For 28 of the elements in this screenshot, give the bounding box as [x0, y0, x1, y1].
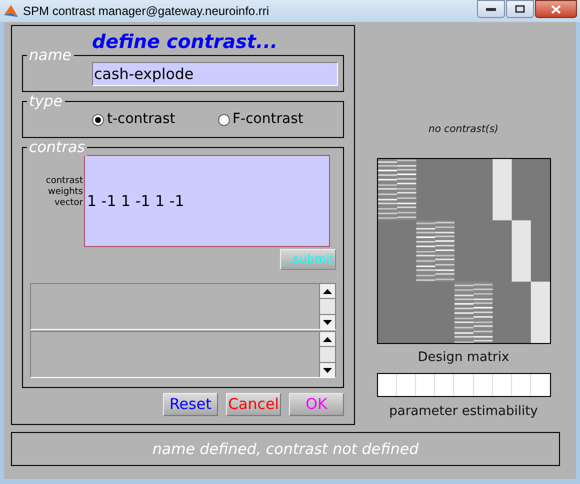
down-arrow-icon[interactable] [323, 368, 332, 372]
panel-heading: define contrast... [92, 30, 279, 55]
status-message: name defined, contrast not defined [152, 438, 419, 460]
window-title: SPM contrast manager@gateway.neuroinfo.rri [23, 3, 270, 20]
maximize-icon [515, 5, 525, 13]
name-field[interactable]: cash-explode [92, 62, 338, 86]
down-arrow-icon[interactable] [323, 320, 332, 324]
minimize-icon [486, 7, 496, 11]
dialog-button[interactable]: Reset [163, 393, 218, 416]
close-icon [551, 4, 561, 14]
contrast-list-caption: no contrast(s) [428, 123, 498, 137]
minimize-button[interactable] [477, 0, 505, 18]
radio-circle[interactable] [92, 114, 104, 126]
maximize-button[interactable] [506, 0, 534, 18]
up-arrow-icon[interactable] [323, 288, 332, 294]
contrast-weights-field[interactable]: 1 -1 1 -1 1 -1 [84, 155, 330, 247]
estimability-caption: parameter estimability [389, 402, 538, 420]
scrollbar[interactable] [319, 284, 335, 329]
field-label: contrast weights vector [44, 176, 83, 210]
app-icon [3, 3, 19, 19]
close-button[interactable] [535, 0, 577, 18]
scrollbar[interactable] [319, 332, 335, 377]
design-matrix-caption: Design matrix [418, 349, 510, 367]
up-arrow-icon[interactable] [323, 336, 332, 342]
list-box[interactable] [30, 331, 336, 378]
list-box[interactable] [30, 283, 336, 330]
radio-option[interactable]: t-contrast [92, 109, 218, 130]
radio-option[interactable]: F-contrast [218, 109, 343, 130]
